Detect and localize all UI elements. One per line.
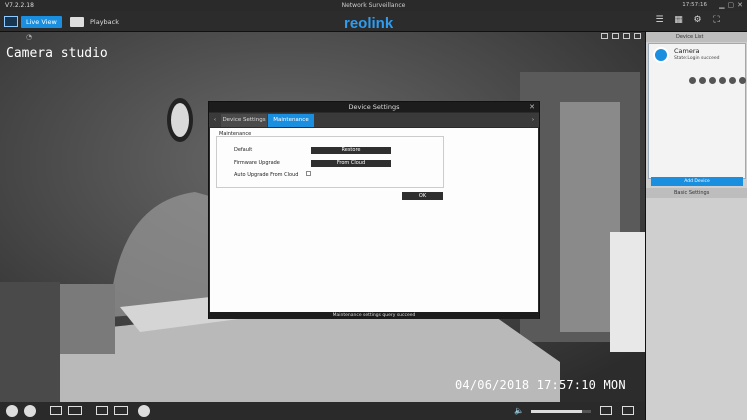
tab-right-arrow-icon[interactable]: › [529, 114, 537, 127]
delete-icon[interactable] [739, 77, 746, 84]
wifi-icon: ◔ [26, 33, 33, 41]
dialog-close-icon[interactable]: ✕ [529, 102, 535, 112]
camera-item-status: State:Login succeed [674, 56, 720, 61]
record-button-icon[interactable] [68, 406, 82, 415]
search-icon[interactable] [719, 77, 726, 84]
from-cloud-button[interactable]: From Cloud [311, 160, 391, 167]
play-icon[interactable] [6, 405, 18, 417]
camera-avatar-icon [653, 47, 669, 63]
window-mode-icon[interactable] [600, 406, 612, 415]
play-stream-icon[interactable] [699, 77, 706, 84]
minimize-icon[interactable]: ▁ [719, 1, 724, 9]
window-controls: ▁ ▢ ✕ [719, 1, 743, 9]
ok-button[interactable]: OK [402, 192, 443, 200]
bottom-bar: 🔈 [0, 402, 645, 420]
tab-maintenance[interactable]: Maintenance [268, 114, 314, 127]
basic-settings-header[interactable]: Basic Settings [646, 188, 747, 198]
toolbar-right-icons: ☰ ▦ ⚙ ⛶ [655, 16, 721, 25]
snapshot-icon[interactable] [612, 33, 619, 39]
dialog-status-text: Maintenance settings query succeed [209, 312, 539, 319]
camera-item-name: Camera [674, 47, 700, 55]
dialog-tabs: ‹ Device Settings Maintenance › [209, 113, 539, 127]
right-sidebar: Device List Camera State:Login succeed A… [645, 32, 747, 420]
eye-icon[interactable] [138, 405, 150, 417]
fullscreen-icon[interactable]: ⛶ [712, 16, 721, 25]
device-list-label: Device List [676, 34, 704, 40]
device-list-icon[interactable]: ☰ [655, 16, 664, 25]
top-clock: 17:57:16 [682, 2, 707, 8]
video-top-icons [601, 33, 641, 39]
auto-upgrade-label: Auto Upgrade From Cloud [234, 172, 299, 178]
snapshot-button-icon[interactable] [50, 406, 62, 415]
layout-icon[interactable]: ▦ [674, 16, 683, 25]
single-layout-icon[interactable] [96, 406, 108, 415]
gear-icon[interactable]: ⚙ [693, 16, 702, 25]
maximize-icon[interactable]: ▢ [728, 1, 735, 9]
live-view-label: Live View [21, 15, 62, 28]
stop-icon[interactable] [24, 405, 36, 417]
default-label: Default [234, 147, 253, 153]
restore-button[interactable]: Restore [311, 147, 391, 154]
settings-icon[interactable] [709, 77, 716, 84]
maintenance-group: Default Restore Firmware Upgrade From Cl… [216, 136, 444, 188]
dialog-body: Maintenance Default Restore Firmware Upg… [210, 128, 538, 312]
device-list-panel: Camera State:Login succeed [648, 43, 746, 179]
logo-text: reolink [344, 15, 394, 32]
app-title: Network Surveillance [341, 2, 406, 9]
title-bar: V7.2.2.18 Network Surveillance 17:57:16 … [0, 0, 747, 11]
speaker-icon[interactable]: 🔈 [514, 406, 524, 415]
close-stream-icon[interactable] [634, 33, 641, 39]
basic-settings-label: Basic Settings [674, 190, 710, 196]
tab-device-settings[interactable]: Device Settings [221, 114, 267, 127]
camera-list-item[interactable]: Camera State:Login succeed [652, 46, 744, 68]
device-list-header[interactable]: Device List [646, 32, 747, 42]
playback-label: Playback [90, 17, 120, 26]
main-toolbar: Live View Playback reolink ☰ ▦ ⚙ ⛶ [0, 11, 747, 32]
playback-icon [70, 16, 84, 27]
close-icon[interactable]: ✕ [737, 1, 743, 9]
volume-fill [531, 410, 582, 413]
add-device-button[interactable]: Add Device [651, 177, 743, 186]
fullscreen-exit-icon[interactable] [622, 406, 634, 415]
monitor-icon [4, 16, 18, 27]
camera-icon[interactable] [623, 33, 630, 39]
edit-icon[interactable] [729, 77, 736, 84]
record-icon[interactable] [601, 33, 608, 39]
osd-timestamp: 04/06/2018 17:57:10 MON [455, 378, 626, 392]
reolink-logo: reolink [344, 15, 394, 32]
device-settings-dialog: Device Settings ✕ ‹ Device Settings Main… [208, 101, 540, 319]
tab-left-arrow-icon[interactable]: ‹ [211, 114, 219, 127]
auto-upgrade-checkbox[interactable] [306, 171, 311, 176]
connect-icon[interactable] [689, 77, 696, 84]
live-view-button[interactable]: Live View [4, 14, 62, 29]
dialog-title: Device Settings [209, 102, 539, 112]
firmware-upgrade-label: Firmware Upgrade [234, 160, 280, 166]
volume-slider[interactable] [531, 410, 591, 413]
multi-layout-icon[interactable] [114, 406, 128, 415]
camera-name-osd: Camera studio [6, 46, 108, 61]
camera-controls [689, 77, 746, 84]
app-window: V7.2.2.18 Network Surveillance 17:57:16 … [0, 0, 747, 420]
playback-button[interactable]: Playback [70, 14, 130, 29]
